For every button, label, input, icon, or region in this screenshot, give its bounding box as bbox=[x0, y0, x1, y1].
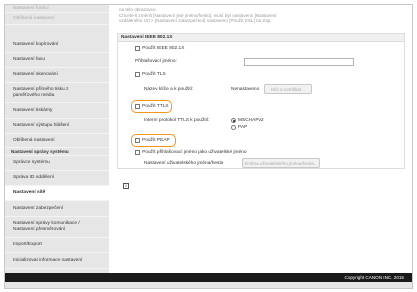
use-tls-label: Použít TLS bbox=[142, 72, 166, 77]
pap-label: PAP bbox=[238, 125, 248, 130]
sidebar-item-fax-settings[interactable]: Nastavení faxu bbox=[5, 53, 109, 68]
login-name-input[interactable] bbox=[244, 58, 354, 66]
use-tls-checkbox[interactable] bbox=[135, 72, 140, 77]
sidebar-item-direct-print[interactable]: Nastavení přímého tisku z paměťového méd… bbox=[5, 83, 109, 103]
use-ieee-label: Použít IEEE 802.1X bbox=[142, 46, 185, 51]
section-title: Nastavení IEEE 802.1X bbox=[118, 34, 404, 42]
ieee-section: Nastavení IEEE 802.1X Použít IEEE 802.1X… bbox=[117, 33, 405, 169]
app-frame: Nastavení funkcí Oblíbená nastavení Nast… bbox=[4, 4, 413, 289]
use-peap-label: Použít PEAP bbox=[142, 138, 170, 143]
ttls-protocol-label: Interní protokol TTLS k použití: bbox=[144, 118, 210, 123]
sidebar-item-favorites-top[interactable]: Oblíbená nastavení bbox=[5, 14, 109, 25]
key-cert-label: Název klíče a k použití: bbox=[144, 87, 194, 92]
intro-line: vzdáleného UI] > [Nastavení zabezpečení]… bbox=[119, 18, 272, 24]
sidebar-item-system-manager[interactable]: Správce systému bbox=[5, 156, 109, 171]
footer: Copyright CANON INC. 2015 bbox=[5, 273, 412, 282]
copyright-text: Copyright CANON INC. 2015 bbox=[344, 275, 405, 280]
use-login-as-user-checkbox[interactable] bbox=[135, 150, 140, 155]
use-ieee-checkbox[interactable] bbox=[135, 46, 140, 51]
use-peap-option[interactable]: Použít PEAP bbox=[135, 138, 170, 143]
sidebar-item-printer-settings[interactable]: Nastavení tiskárny bbox=[5, 104, 109, 119]
use-ieee-option[interactable]: Použít IEEE 802.1X bbox=[135, 46, 184, 51]
sidebar-item-initialize[interactable]: Inicializovat informace nastavení bbox=[5, 253, 109, 269]
mschapv2-label: MSCHAPv2 bbox=[238, 118, 264, 123]
use-peap-checkbox[interactable] bbox=[135, 138, 140, 143]
use-ttls-label: Použít TTLS bbox=[142, 104, 169, 109]
use-ttls-option[interactable]: Použít TTLS bbox=[135, 104, 169, 109]
key-cert-button[interactable]: Klíč a certifikát... bbox=[264, 84, 312, 94]
pap-option[interactable]: PAP bbox=[231, 125, 247, 130]
main-content: na této obrazovce. Chcete-li změnit [Nas… bbox=[109, 5, 412, 273]
use-login-as-user-option[interactable]: Použít přihlašovací jméno jako uživatels… bbox=[135, 150, 247, 155]
use-login-as-user-label: Použít přihlašovací jméno jako uživatels… bbox=[142, 150, 247, 155]
use-ttls-checkbox[interactable] bbox=[135, 104, 140, 109]
info-icon: i bbox=[123, 183, 129, 189]
sidebar-item-network-settings[interactable]: Nastavení sítě bbox=[5, 186, 109, 201]
sidebar-header-system: Nastavení správy systému bbox=[5, 148, 109, 156]
sidebar-item-import-export[interactable]: Import/Export bbox=[5, 238, 109, 253]
mschapv2-option[interactable]: MSCHAPv2 bbox=[231, 118, 264, 123]
sidebar-item-security-settings[interactable]: Nastavení zabezpečení bbox=[5, 201, 109, 217]
user-pass-label: Nastavení uživatelského jména/hesla bbox=[144, 161, 224, 166]
sidebar-item-department-id[interactable]: Správa ID oddělení bbox=[5, 171, 109, 186]
pap-radio[interactable] bbox=[231, 125, 236, 130]
sidebar-item-favorites[interactable]: Oblíbená nastavení bbox=[5, 134, 109, 148]
sidebar-item-communication-management[interactable]: Nastavení správy komunikace / Nastavení … bbox=[5, 217, 109, 238]
sidebar: Nastavení funkcí Oblíbená nastavení Nast… bbox=[5, 5, 109, 273]
use-tls-option[interactable]: Použít TLS bbox=[135, 72, 166, 77]
sidebar-item-function-settings[interactable]: Nastavení funkcí bbox=[5, 6, 109, 13]
sidebar-item-report-output[interactable]: Nastavení výstupu hlášení bbox=[5, 119, 109, 134]
bottom-bar bbox=[5, 282, 412, 288]
mschapv2-radio[interactable] bbox=[231, 118, 236, 123]
not-set-value: Nenastaveno bbox=[231, 87, 260, 92]
sidebar-item-scan-settings[interactable]: Nastavení skenování bbox=[5, 68, 109, 83]
user-pass-button[interactable]: Změna uživatelského jména/hesla... bbox=[242, 158, 320, 168]
login-name-label: Přihlašovací jméno: bbox=[135, 59, 177, 64]
sidebar-item-copy-settings[interactable]: Nastavení kopírování bbox=[5, 38, 109, 53]
intro-text: na této obrazovce. Chcete-li změnit [Nas… bbox=[119, 7, 399, 24]
